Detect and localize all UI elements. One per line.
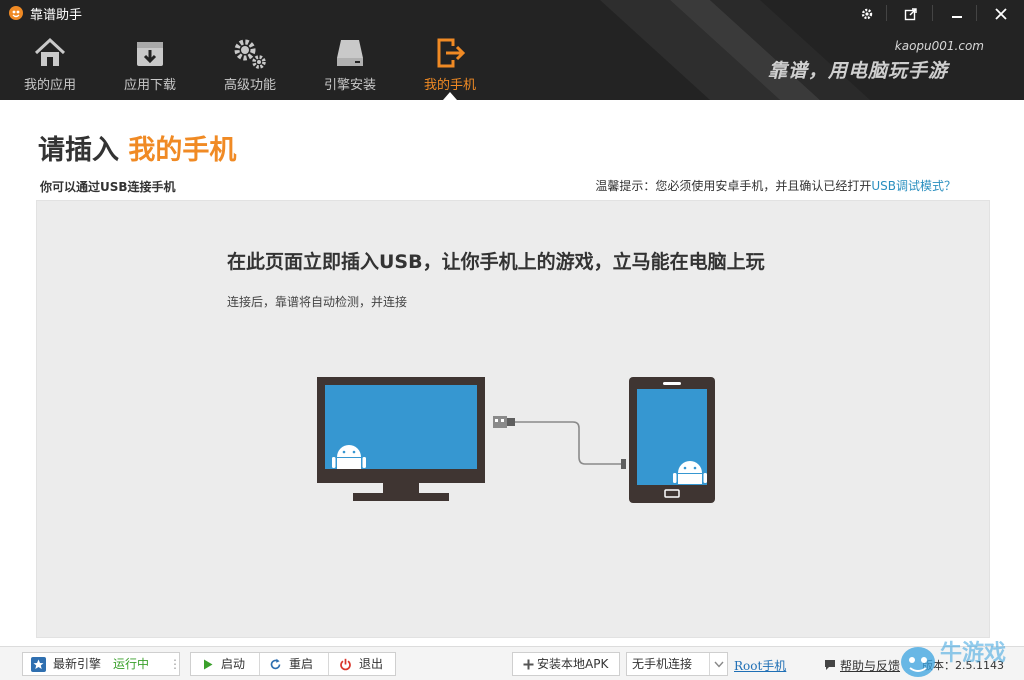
page-title-accent: 我的手机 [128, 135, 237, 166]
window-title: 靠谱助手 [30, 8, 83, 23]
titlebar-divider [932, 5, 933, 21]
nav-item-my-phone[interactable]: 我的手机 [400, 30, 500, 100]
usb-connection-illustration [317, 377, 715, 503]
exit-button[interactable]: 退出 [329, 653, 396, 675]
nav-item-my-apps[interactable]: 我的应用 [0, 30, 100, 100]
nav-item-app-download[interactable]: 应用下载 [100, 30, 200, 100]
minimize-button[interactable] [942, 2, 972, 26]
title-bar: 靠谱助手 [0, 0, 1024, 26]
monitor-icon [317, 377, 485, 501]
page-subtitle: 你可以通过USB连接手机 [40, 180, 176, 194]
nav-label: 应用下载 [123, 78, 176, 93]
svg-text:牛游戏: 牛游戏 [940, 640, 1006, 666]
phone-select[interactable]: 无手机连接 [626, 652, 728, 676]
chat-bubble-icon [825, 660, 835, 670]
page-title: 请插入 我的手机 [38, 128, 236, 167]
restart-icon [270, 658, 281, 670]
restore-button[interactable] [896, 2, 926, 26]
restart-label: 重启 [289, 657, 314, 671]
drag-handle-icon[interactable]: ⋮ [169, 653, 181, 675]
nav-label: 我的手机 [423, 78, 476, 93]
play-icon [204, 659, 213, 670]
start-button[interactable]: 启动 [191, 653, 259, 675]
active-tab-pointer [443, 92, 457, 100]
plus-icon [523, 659, 534, 670]
page-title-prefix: 请插入 [38, 135, 119, 166]
watermark-logo: 牛游戏 [901, 640, 1006, 677]
minimize-icon [952, 16, 962, 18]
exit-label: 退出 [359, 657, 384, 671]
brand-slogan: 靠谱，用电脑玩手游 [767, 60, 948, 82]
nav-label: 我的应用 [23, 78, 76, 93]
app-window: 靠谱助手 我的应用 应用下载 高级功能 引擎安装 我的手机 kaopu001.c… [0, 0, 1024, 680]
connect-panel: 在此页面立即插入USB，让你手机上的游戏，立马能在电脑上玩 连接后，靠谱将自动检… [36, 200, 990, 638]
settings-icon [861, 8, 873, 20]
harddrive-icon [337, 40, 363, 66]
app-logo-icon [9, 6, 23, 20]
status-bar: 最新引擎 运行中 ⋮ 启动 重启 退出 安装本地APK 无手机连接 Root手机… [0, 646, 1024, 680]
phone-select-value: 无手机连接 [632, 657, 693, 671]
nav-label: 引擎安装 [323, 78, 376, 93]
phone-icon [629, 377, 715, 503]
restore-icon [904, 8, 917, 21]
settings-button[interactable] [852, 2, 882, 26]
engine-status: 运行中 [113, 657, 150, 671]
brand-url: kaopu001.com [894, 39, 984, 53]
close-icon [995, 8, 1007, 20]
gears-icon [234, 39, 266, 69]
home-icon [34, 37, 66, 66]
phone-exit-icon [437, 38, 466, 68]
power-icon [340, 658, 351, 671]
titlebar-divider [886, 5, 887, 21]
close-button[interactable] [986, 2, 1016, 26]
engine-controls: 启动 重启 退出 [190, 652, 396, 676]
nav-item-advanced[interactable]: 高级功能 [200, 30, 300, 100]
panel-note: 连接后，靠谱将自动检测，并连接 [227, 295, 408, 309]
restart-button[interactable]: 重启 [260, 653, 328, 675]
header-bar: 靠谱助手 我的应用 应用下载 高级功能 引擎安装 我的手机 kaopu001.c… [0, 0, 1024, 100]
nav-label: 高级功能 [223, 78, 276, 93]
panel-headline: 在此页面立即插入USB，让你手机上的游戏，立马能在电脑上玩 [227, 251, 765, 273]
root-phone-link[interactable]: Root手机 [734, 657, 786, 674]
engine-status-box: 最新引擎 运行中 ⋮ [22, 652, 181, 676]
engine-label: 最新引擎 [53, 657, 102, 671]
usb-cable-icon [493, 416, 626, 469]
tip-prefix: 温馨提示：您必须使用安卓手机，并且确认已经打开 [595, 179, 872, 193]
nav-item-engine-install[interactable]: 引擎安装 [300, 30, 400, 100]
chevron-down-icon [714, 661, 724, 668]
usb-debug-link[interactable]: USB调试模式？ [871, 179, 956, 193]
download-box-icon [137, 42, 163, 66]
titlebar-divider [976, 5, 977, 21]
select-divider [709, 653, 710, 675]
install-apk-label: 安装本地APK [537, 657, 609, 671]
install-apk-button[interactable]: 安装本地APK [512, 652, 620, 676]
start-label: 启动 [221, 657, 246, 671]
tip-text: 温馨提示：您必须使用安卓手机，并且确认已经打开USB调试模式？ [595, 177, 956, 194]
engine-star-icon [31, 657, 46, 672]
help-label: 帮助与反馈 [840, 659, 901, 673]
